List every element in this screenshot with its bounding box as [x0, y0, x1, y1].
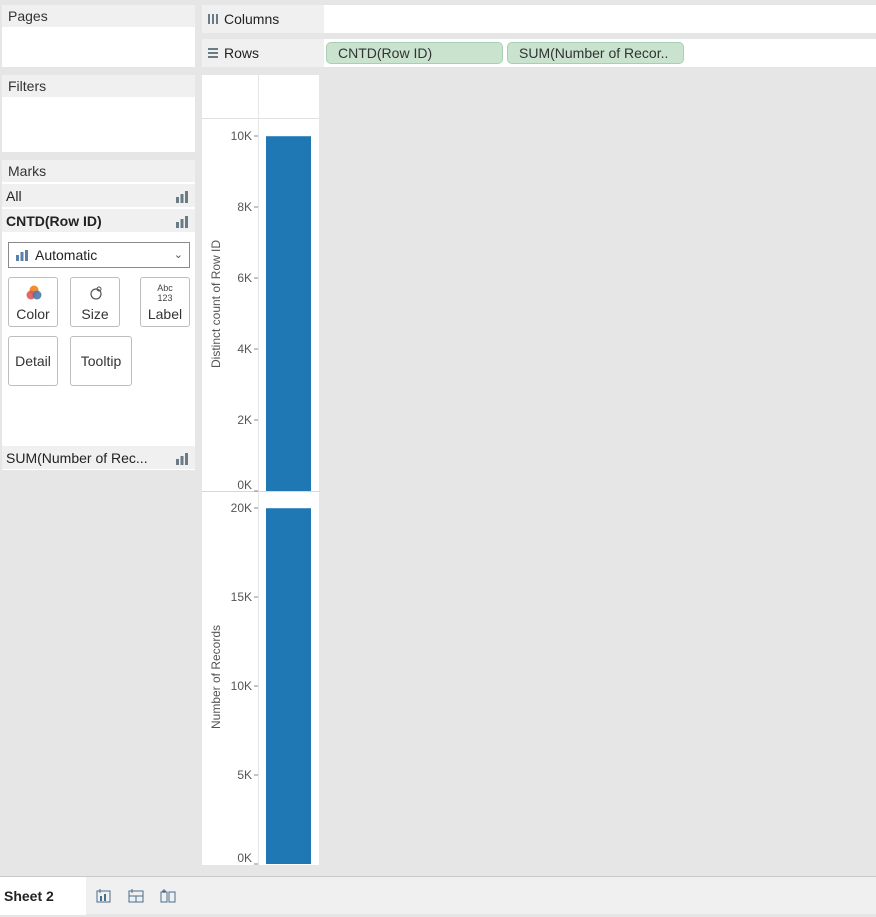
- pane-cntd-row-id: 0K 2K 4K 6K 8K 10K Distinct count of Row ID: [209, 129, 311, 492]
- marks-header: Marks: [2, 160, 195, 182]
- label-label: Label: [147, 306, 183, 322]
- marks-cntd-tab[interactable]: CNTD(Row ID): [2, 208, 195, 232]
- detail-button[interactable]: Detail: [8, 336, 58, 386]
- marks-sum-label: SUM(Number of Rec...: [6, 450, 148, 466]
- y-tick-label: 6K: [237, 271, 252, 285]
- chart-svg: 0K 2K 4K 6K 8K 10K Distinct count of Row ID 0K…: [202, 75, 320, 865]
- bar-chart-icon: [176, 216, 188, 228]
- tooltip-label: Tooltip: [80, 353, 122, 369]
- new-story-icon[interactable]: [160, 888, 176, 904]
- marks-card: Marks All CNTD(Row ID) Automatic ⌄ Color…: [2, 160, 195, 470]
- mark-type-dropdown[interactable]: Automatic ⌄: [8, 242, 190, 268]
- y-tick-label: 20K: [231, 501, 252, 515]
- bar-chart-icon: [176, 453, 188, 465]
- columns-label-text: Columns: [224, 11, 280, 27]
- chevron-down-icon: ⌄: [173, 249, 183, 261]
- y-tick-label: 0K: [237, 478, 252, 492]
- size-icon: [90, 286, 102, 300]
- chart-canvas: 0K 2K 4K 6K 8K 10K Distinct count of Row ID 0K…: [202, 75, 320, 865]
- y-tick-label: 10K: [231, 129, 252, 143]
- pill-cntd-row-id[interactable]: CNTD(Row ID): [326, 42, 503, 64]
- sheet-tab-active[interactable]: Sheet 2: [0, 877, 86, 915]
- bar-chart-icon: [176, 191, 188, 203]
- mark-type-value: Automatic: [35, 247, 98, 263]
- color-icon: [26, 285, 42, 300]
- columns-shelf-label: Columns: [202, 5, 324, 33]
- column-header: [202, 75, 320, 118]
- y-tick-label: 0K: [237, 851, 252, 865]
- filters-card[interactable]: Filters: [2, 75, 195, 152]
- y-tick-label: 10K: [231, 679, 252, 693]
- y-tick-label: 15K: [231, 590, 252, 604]
- sheet-tab-bar: Sheet 2: [0, 876, 876, 915]
- rows-icon: [208, 48, 218, 58]
- filters-header: Filters: [2, 75, 195, 97]
- pages-header: Pages: [2, 5, 195, 27]
- pill-sum-number-of-records[interactable]: SUM(Number of Recor..: [507, 42, 684, 64]
- marks-all-label: All: [6, 188, 22, 204]
- pane-number-of-records: 0K 5K 10K 15K 20K Number of Records: [209, 501, 311, 865]
- label-icon: Abc 123: [141, 282, 189, 304]
- rows-shelf-label: Rows: [202, 39, 324, 67]
- columns-icon: [208, 14, 218, 24]
- marks-cntd-label: CNTD(Row ID): [6, 213, 102, 229]
- label-button[interactable]: Abc 123 Label: [140, 277, 190, 327]
- new-worksheet-icon[interactable]: [96, 888, 112, 904]
- y-tick-label: 8K: [237, 200, 252, 214]
- y-axis-title: Distinct count of Row ID: [209, 240, 223, 368]
- marks-all-tab[interactable]: All: [2, 183, 195, 207]
- y-tick-label: 4K: [237, 342, 252, 356]
- bar-chart-icon: [16, 250, 28, 261]
- rows-shelf[interactable]: Rows CNTD(Row ID) SUM(Number of Recor..: [202, 39, 876, 67]
- rows-label-text: Rows: [224, 45, 260, 61]
- bar[interactable]: [266, 508, 311, 864]
- y-axis-title: Number of Records: [209, 625, 223, 729]
- columns-shelf[interactable]: Columns: [202, 5, 876, 33]
- marks-sum-tab[interactable]: SUM(Number of Rec...: [2, 445, 195, 469]
- tooltip-button[interactable]: Tooltip: [70, 336, 132, 386]
- pages-card[interactable]: Pages: [2, 5, 195, 67]
- detail-label: Detail: [15, 353, 51, 369]
- label-icon-abc: Abc: [157, 283, 173, 293]
- y-tick-label: 5K: [237, 768, 252, 782]
- size-label: Size: [81, 306, 109, 322]
- y-tick-label: 2K: [237, 413, 252, 427]
- color-label: Color: [16, 306, 50, 322]
- bar[interactable]: [266, 136, 311, 491]
- new-dashboard-icon[interactable]: [128, 888, 144, 904]
- label-icon-123: 123: [157, 293, 173, 303]
- size-button[interactable]: Size: [70, 277, 120, 327]
- color-button[interactable]: Color: [8, 277, 58, 327]
